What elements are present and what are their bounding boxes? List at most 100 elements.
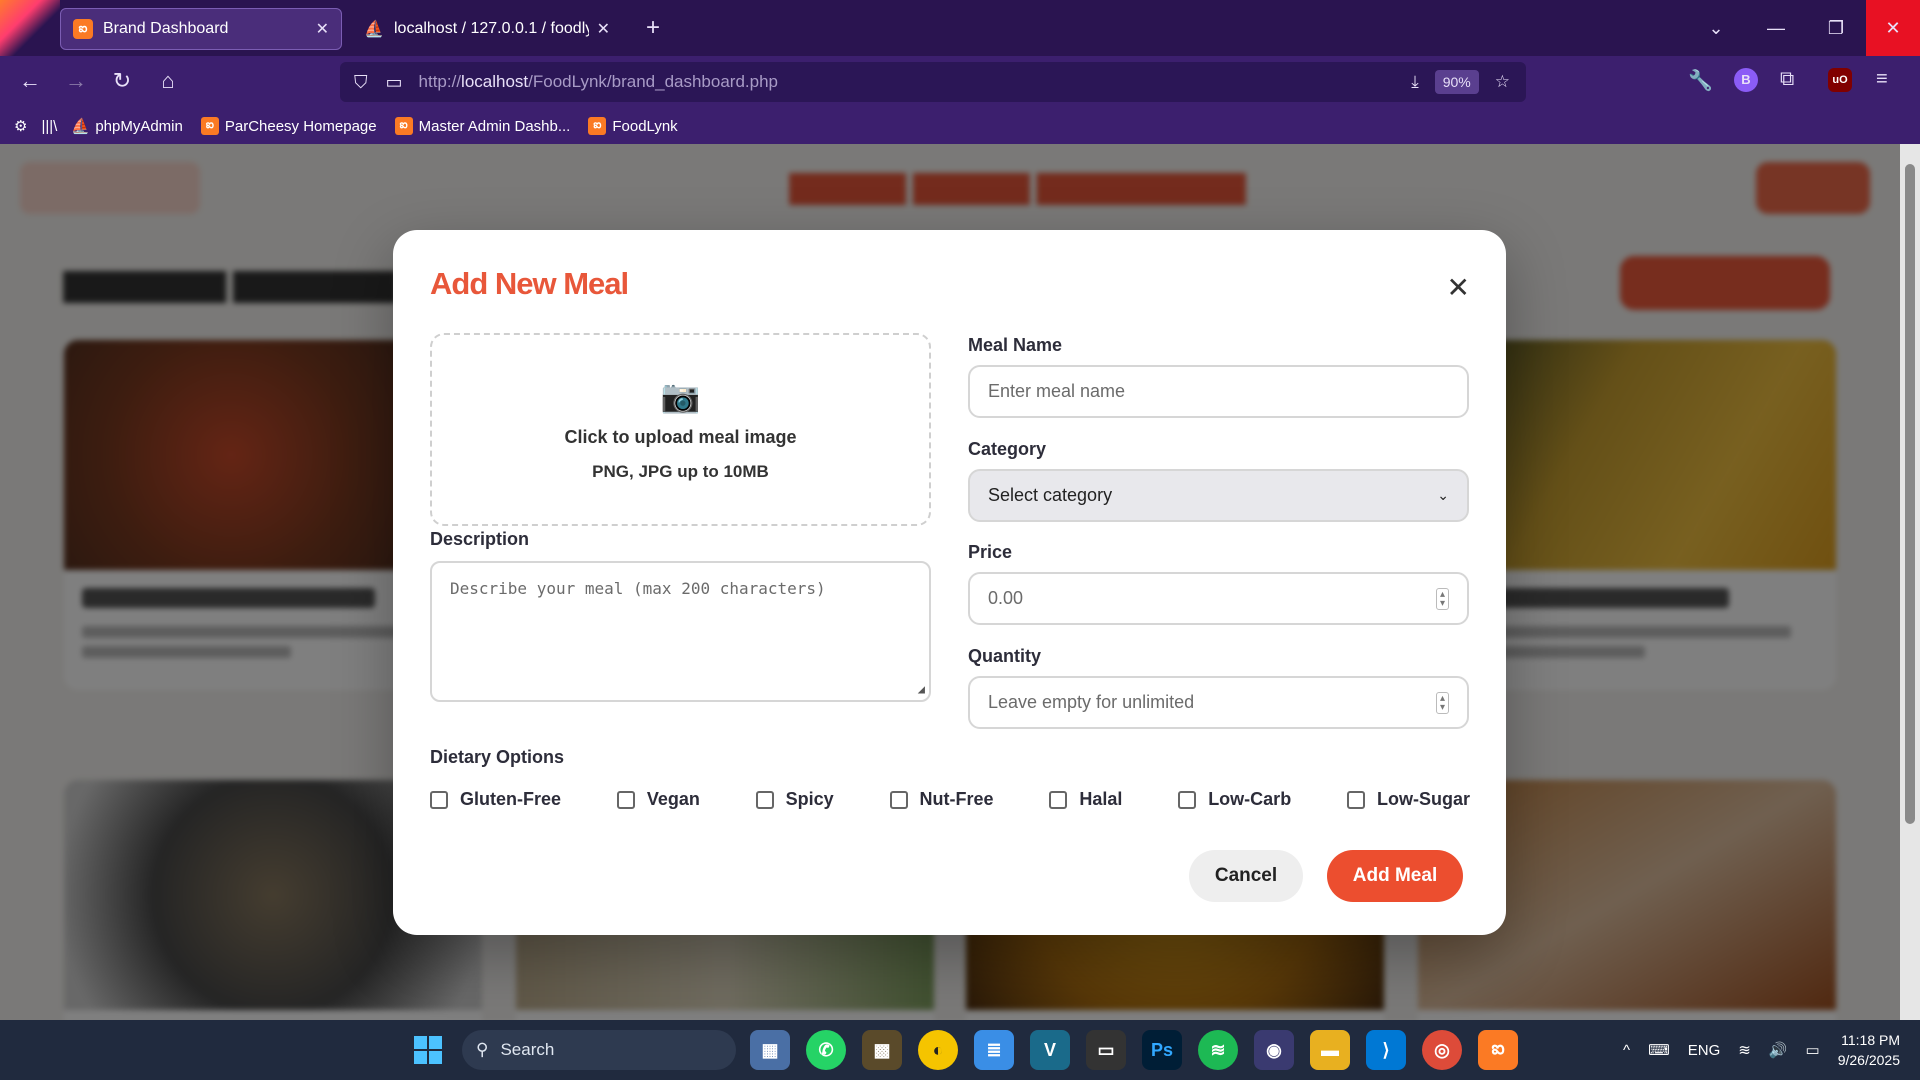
tab-label: Brand Dashboard: [103, 20, 229, 37]
system-tray: ^ ⌨ ENG ≋ 🔊 ▭ 11:18 PM 9/26/2025: [1623, 1030, 1900, 1070]
cancel-button[interactable]: Cancel: [1189, 850, 1303, 902]
whatsapp-icon[interactable]: ✆: [806, 1030, 846, 1070]
app-icon-yellow[interactable]: ◐: [918, 1030, 958, 1070]
paint-icon[interactable]: ▩: [862, 1030, 902, 1070]
clock-date: 9/26/2025: [1837, 1052, 1900, 1068]
tab-phpmyadmin[interactable]: ⛵ localhost / 127.0.0.1 / foodlynk / ✕: [352, 8, 622, 50]
task-manager-icon[interactable]: ▦: [750, 1030, 790, 1070]
checkbox[interactable]: [1347, 790, 1365, 809]
menu-icon[interactable]: ≡: [1876, 68, 1888, 91]
terminal-icon[interactable]: ▭: [1086, 1030, 1126, 1070]
bookmark-foodlynk[interactable]: ఐ FoodLynk: [588, 117, 678, 135]
bookmark-phpmyadmin[interactable]: ⛵ phpMyAdmin: [70, 117, 183, 136]
battery-icon[interactable]: ▭: [1806, 1041, 1820, 1059]
library-icon[interactable]: |||\: [41, 118, 57, 135]
close-window-icon[interactable]: ✕: [1866, 0, 1920, 56]
bookmark-master-admin[interactable]: ఐ Master Admin Dashb...: [394, 117, 571, 135]
phpmyadmin-icon: ⛵: [70, 118, 90, 135]
camera-icon: 📷: [660, 378, 701, 414]
zoom-level[interactable]: 90%: [1434, 70, 1479, 94]
reload-icon[interactable]: ↻: [106, 68, 138, 94]
settings-gear-icon[interactable]: ⚙: [14, 117, 27, 135]
price-input[interactable]: 0.00 ▴ ▾: [968, 572, 1469, 625]
firefox-icon[interactable]: ◉: [1254, 1030, 1294, 1070]
image-upload-dropzone[interactable]: 📷 Click to upload meal image PNG, JPG up…: [430, 333, 931, 526]
checkbox[interactable]: [1178, 790, 1197, 809]
quantity-stepper-icon[interactable]: ▴ ▾: [1435, 691, 1449, 714]
checkbox[interactable]: [430, 790, 448, 809]
resize-grip-icon[interactable]: ◢: [918, 682, 925, 696]
clock[interactable]: 11:18 PM 9/26/2025: [1838, 1030, 1900, 1070]
close-tab-icon[interactable]: ✕: [597, 19, 610, 39]
meal-name-input[interactable]: Enter meal name: [968, 365, 1469, 418]
checkbox-label: Halal: [1079, 789, 1123, 809]
scrollbar-thumb[interactable]: [1905, 164, 1915, 824]
description-textarea[interactable]: Describe your meal (max 200 characters) …: [430, 561, 931, 702]
vscode-icon[interactable]: ⟩: [1366, 1030, 1406, 1070]
wifi-icon[interactable]: ≋: [1738, 1041, 1751, 1059]
download-icon[interactable]: ⤓: [1411, 72, 1419, 92]
chevron-up-icon[interactable]: ^: [1623, 1042, 1630, 1059]
checkbox[interactable]: [616, 790, 635, 809]
language-indicator[interactable]: ENG: [1688, 1042, 1721, 1059]
close-icon[interactable]: ✕: [1447, 274, 1470, 302]
quantity-input[interactable]: Leave empty for unlimited ▴ ▾: [968, 676, 1469, 729]
back-icon[interactable]: ←: [14, 68, 46, 94]
file-explorer-icon[interactable]: ▬: [1310, 1030, 1350, 1070]
add-meal-modal: Add New Meal ✕ 📷 Click to upload meal im…: [393, 230, 1506, 935]
chevron-down-icon: ⌄: [1437, 487, 1449, 503]
upload-hint: PNG, JPG up to 10MB: [592, 462, 769, 481]
page-scrollbar[interactable]: [1900, 144, 1920, 1020]
wrench-icon[interactable]: 🔧: [1688, 68, 1713, 93]
checkbox[interactable]: [889, 790, 908, 809]
add-meal-button[interactable]: Add Meal: [1327, 850, 1463, 902]
tab-overview-button[interactable]: [0, 0, 60, 56]
bookmark-parcheesy[interactable]: ఐ ParCheesy Homepage: [200, 117, 377, 135]
page-info-icon[interactable]: ▭: [386, 72, 403, 93]
volume-icon[interactable]: 🔊: [1769, 1041, 1788, 1059]
tracking-protection-icon[interactable]: ⛉: [354, 72, 368, 93]
search-label: Search: [500, 1040, 555, 1059]
dietary-option-low-sugar[interactable]: Low-Sugar: [1347, 789, 1470, 810]
dietary-option-spicy[interactable]: Spicy: [755, 789, 834, 810]
forward-icon[interactable]: →: [60, 68, 92, 94]
photoshop-icon[interactable]: Ps: [1142, 1030, 1182, 1070]
clock-time: 11:18 PM: [1841, 1032, 1900, 1048]
xampp-icon[interactable]: ఐ: [1478, 1030, 1518, 1070]
close-tab-icon[interactable]: ✕: [316, 19, 329, 39]
notepad-icon[interactable]: ≣: [974, 1030, 1014, 1070]
taskbar-search[interactable]: ⚲ Search: [462, 1030, 736, 1070]
new-tab-icon[interactable]: +: [646, 14, 660, 42]
bookmark-star-icon[interactable]: ☆: [1495, 72, 1510, 92]
extension-b-icon[interactable]: B: [1734, 68, 1758, 92]
dietary-option-vegan[interactable]: Vegan: [616, 789, 700, 810]
windows-start-icon[interactable]: [414, 1036, 442, 1064]
restore-window-icon[interactable]: ❐: [1806, 18, 1866, 39]
home-icon[interactable]: ⌂: [152, 68, 184, 94]
category-select[interactable]: Select category ⌄: [968, 469, 1469, 522]
taskbar-apps: ▦ ✆ ▩ ◐ ≣ V ▭ Ps ≋ ◉ ▬ ⟩ ◎ ఐ: [750, 1030, 1518, 1070]
checkbox[interactable]: [1049, 790, 1068, 809]
dietary-option-halal[interactable]: Halal: [1049, 789, 1122, 810]
address-bar[interactable]: ⛉ ▭ http://localhost/FoodLynk/brand_dash…: [340, 62, 1526, 102]
checkbox[interactable]: [755, 790, 774, 809]
dietary-option-nut-free[interactable]: Nut-Free: [889, 789, 994, 810]
chrome-icon[interactable]: ◎: [1422, 1030, 1462, 1070]
vectorworks-icon[interactable]: V: [1030, 1030, 1070, 1070]
checkbox-label: Low-Carb: [1208, 789, 1292, 809]
dietary-option-gluten-free[interactable]: Gluten-Free: [430, 789, 561, 810]
tab-brand-dashboard[interactable]: ఐ Brand Dashboard ✕: [60, 8, 342, 50]
keyboard-icon[interactable]: ⌨: [1648, 1041, 1670, 1059]
xampp-icon: ఐ: [200, 117, 219, 135]
price-stepper-icon[interactable]: ▴ ▾: [1435, 587, 1449, 610]
price-placeholder: 0.00: [988, 588, 1024, 608]
minimize-window-icon[interactable]: —: [1746, 18, 1806, 39]
extensions-icon[interactable]: ⧉: [1780, 68, 1794, 91]
spotify-icon[interactable]: ≋: [1198, 1030, 1238, 1070]
dietary-option-low-carb[interactable]: Low-Carb: [1178, 789, 1291, 810]
meal-name-label: Meal Name: [968, 335, 1063, 355]
list-tabs-icon[interactable]: ⌄: [1686, 18, 1746, 39]
ublock-icon[interactable]: uO: [1828, 68, 1852, 92]
dietary-options-label: Dietary Options: [430, 747, 565, 767]
bookmark-label: Master Admin Dashb...: [418, 117, 571, 135]
